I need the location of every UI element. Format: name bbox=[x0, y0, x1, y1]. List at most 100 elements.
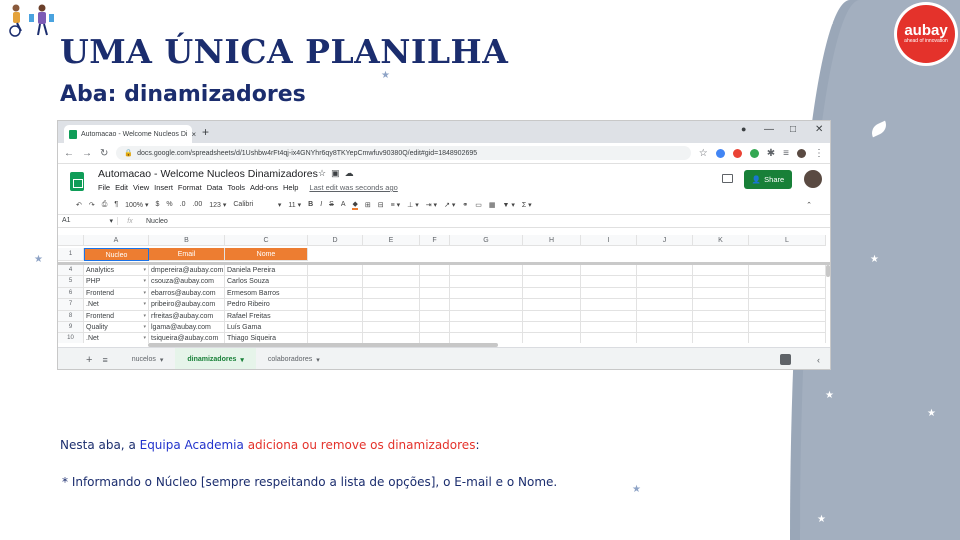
italic-button[interactable]: I bbox=[320, 201, 322, 208]
document-title[interactable]: Automacao - Welcome Nucleos Dinamizadore… bbox=[98, 168, 318, 180]
font-size-select[interactable]: 11 ▾ bbox=[288, 201, 301, 209]
chevron-down-icon[interactable]: ▾ bbox=[240, 356, 244, 364]
empty-cell[interactable] bbox=[450, 265, 523, 277]
new-tab-button[interactable]: + bbox=[202, 125, 209, 139]
extension-icon[interactable] bbox=[749, 148, 759, 158]
menu-data[interactable]: Data bbox=[207, 183, 223, 192]
empty-cell[interactable] bbox=[581, 276, 637, 288]
empty-cell[interactable] bbox=[450, 276, 523, 288]
header-cell-email[interactable]: Email bbox=[149, 248, 225, 261]
empty-cell[interactable] bbox=[523, 322, 581, 334]
menu-addons[interactable]: Add-ons bbox=[250, 183, 278, 192]
empty-cell[interactable] bbox=[450, 299, 523, 311]
menu-insert[interactable]: Insert bbox=[154, 183, 173, 192]
empty-cell[interactable] bbox=[308, 287, 363, 300]
cell-nucleo[interactable]: Quality ▾ bbox=[84, 322, 149, 334]
column-header[interactable]: F bbox=[420, 235, 450, 247]
formula-input[interactable]: Nucleo bbox=[142, 218, 168, 225]
sheet-tab-nucelos[interactable]: nucelos ▾ bbox=[120, 348, 176, 370]
chevron-down-icon[interactable]: ▾ bbox=[316, 356, 320, 364]
undo-icon[interactable]: ↶ bbox=[76, 201, 82, 209]
column-header[interactable]: G bbox=[450, 235, 523, 247]
sheet-tab-colaboradores[interactable]: colaboradores ▾ bbox=[256, 348, 332, 370]
extension-icon[interactable] bbox=[732, 148, 742, 158]
empty-cell[interactable] bbox=[749, 265, 826, 277]
empty-cell[interactable] bbox=[523, 333, 581, 343]
maximize-button[interactable]: □ bbox=[790, 124, 796, 135]
empty-cell[interactable] bbox=[749, 333, 826, 343]
reload-icon[interactable]: ↻ bbox=[100, 148, 108, 159]
empty-cell[interactable] bbox=[420, 276, 450, 288]
avatar[interactable] bbox=[797, 148, 806, 158]
column-header[interactable]: D bbox=[308, 235, 363, 247]
forward-icon[interactable]: → bbox=[82, 148, 92, 159]
empty-cell[interactable] bbox=[420, 310, 450, 322]
dropdown-arrow-icon[interactable]: ▾ bbox=[143, 333, 146, 343]
cell-nucleo[interactable]: Analytics ▾ bbox=[84, 265, 149, 277]
empty-cell[interactable] bbox=[693, 265, 749, 277]
empty-cell[interactable] bbox=[523, 287, 581, 300]
cell-nome[interactable]: Carlos Souza bbox=[225, 276, 308, 288]
empty-cell[interactable] bbox=[363, 299, 420, 311]
dropdown-arrow-icon[interactable]: ▾ bbox=[143, 265, 146, 275]
add-sheet-button[interactable]: + bbox=[86, 354, 92, 366]
menu-tools[interactable]: Tools bbox=[228, 183, 246, 192]
empty-cell[interactable] bbox=[693, 287, 749, 300]
column-header[interactable]: A bbox=[84, 235, 149, 247]
cell-nome[interactable]: Rafael Freitas bbox=[225, 310, 308, 322]
menu-file[interactable]: File bbox=[98, 183, 110, 192]
all-sheets-icon[interactable]: ≡ bbox=[102, 355, 107, 365]
paint-format-icon[interactable]: ¶ bbox=[114, 201, 118, 208]
empty-cell[interactable] bbox=[363, 322, 420, 334]
empty-cell[interactable] bbox=[581, 310, 637, 322]
back-icon[interactable]: ← bbox=[64, 148, 74, 159]
currency-button[interactable]: $ bbox=[156, 201, 160, 208]
empty-cell[interactable] bbox=[420, 287, 450, 300]
column-header[interactable]: L bbox=[749, 235, 826, 247]
row-number[interactable]: 8 bbox=[58, 310, 84, 322]
name-box[interactable]: A1 ▾ bbox=[58, 217, 118, 225]
row-number[interactable]: 5 bbox=[58, 276, 84, 288]
close-window-button[interactable]: ✕ bbox=[815, 124, 823, 135]
cell-nucleo[interactable]: Frontend ▾ bbox=[84, 287, 149, 300]
empty-cell[interactable] bbox=[523, 299, 581, 311]
puzzle-icon[interactable]: ✱ bbox=[767, 148, 775, 159]
valign-icon[interactable]: ⊥ ▾ bbox=[407, 201, 419, 209]
empty-cell[interactable] bbox=[637, 276, 693, 288]
column-header[interactable]: H bbox=[523, 235, 581, 247]
select-all-corner[interactable] bbox=[58, 235, 84, 247]
column-header[interactable]: E bbox=[363, 235, 420, 247]
comment-icon[interactable]: ▭ bbox=[475, 201, 482, 209]
cell-nucleo[interactable]: .Net ▾ bbox=[84, 333, 149, 343]
empty-cell[interactable] bbox=[308, 333, 363, 343]
bookmark-star-icon[interactable]: ☆ bbox=[699, 148, 708, 159]
empty-cell[interactable] bbox=[308, 322, 363, 334]
row-number[interactable]: 7 bbox=[58, 299, 84, 311]
empty-cell[interactable] bbox=[581, 299, 637, 311]
dropdown-arrow-icon[interactable]: ▾ bbox=[143, 276, 146, 286]
header-cell-nucleo[interactable]: Nucleo bbox=[84, 248, 149, 261]
empty-cell[interactable] bbox=[637, 265, 693, 277]
extension-icon[interactable] bbox=[715, 148, 725, 158]
empty-cell[interactable] bbox=[581, 287, 637, 300]
chart-icon[interactable]: ▦ bbox=[489, 201, 496, 209]
empty-cell[interactable] bbox=[749, 310, 826, 322]
empty-cell[interactable] bbox=[363, 287, 420, 300]
empty-cell[interactable] bbox=[420, 299, 450, 311]
decrease-decimal-button[interactable]: .0 bbox=[180, 201, 186, 208]
empty-cell[interactable] bbox=[523, 310, 581, 322]
strikethrough-button[interactable]: S bbox=[329, 201, 334, 208]
side-panel-toggle-icon[interactable]: ‹ bbox=[817, 355, 820, 365]
empty-cell[interactable] bbox=[749, 276, 826, 288]
wrap-icon[interactable]: ⇥ ▾ bbox=[426, 201, 437, 209]
text-color-button[interactable]: A bbox=[341, 201, 346, 208]
empty-cell[interactable] bbox=[637, 333, 693, 343]
empty-cell[interactable] bbox=[523, 265, 581, 277]
row-number[interactable]: 10 bbox=[58, 333, 84, 343]
menu-help[interactable]: Help bbox=[283, 183, 298, 192]
column-header[interactable]: J bbox=[637, 235, 693, 247]
kebab-menu-icon[interactable]: ⋮ bbox=[814, 148, 824, 159]
number-format-select[interactable]: 123 ▾ bbox=[209, 201, 226, 209]
row-number[interactable]: 1 bbox=[58, 248, 84, 261]
empty-cell[interactable] bbox=[308, 276, 363, 288]
